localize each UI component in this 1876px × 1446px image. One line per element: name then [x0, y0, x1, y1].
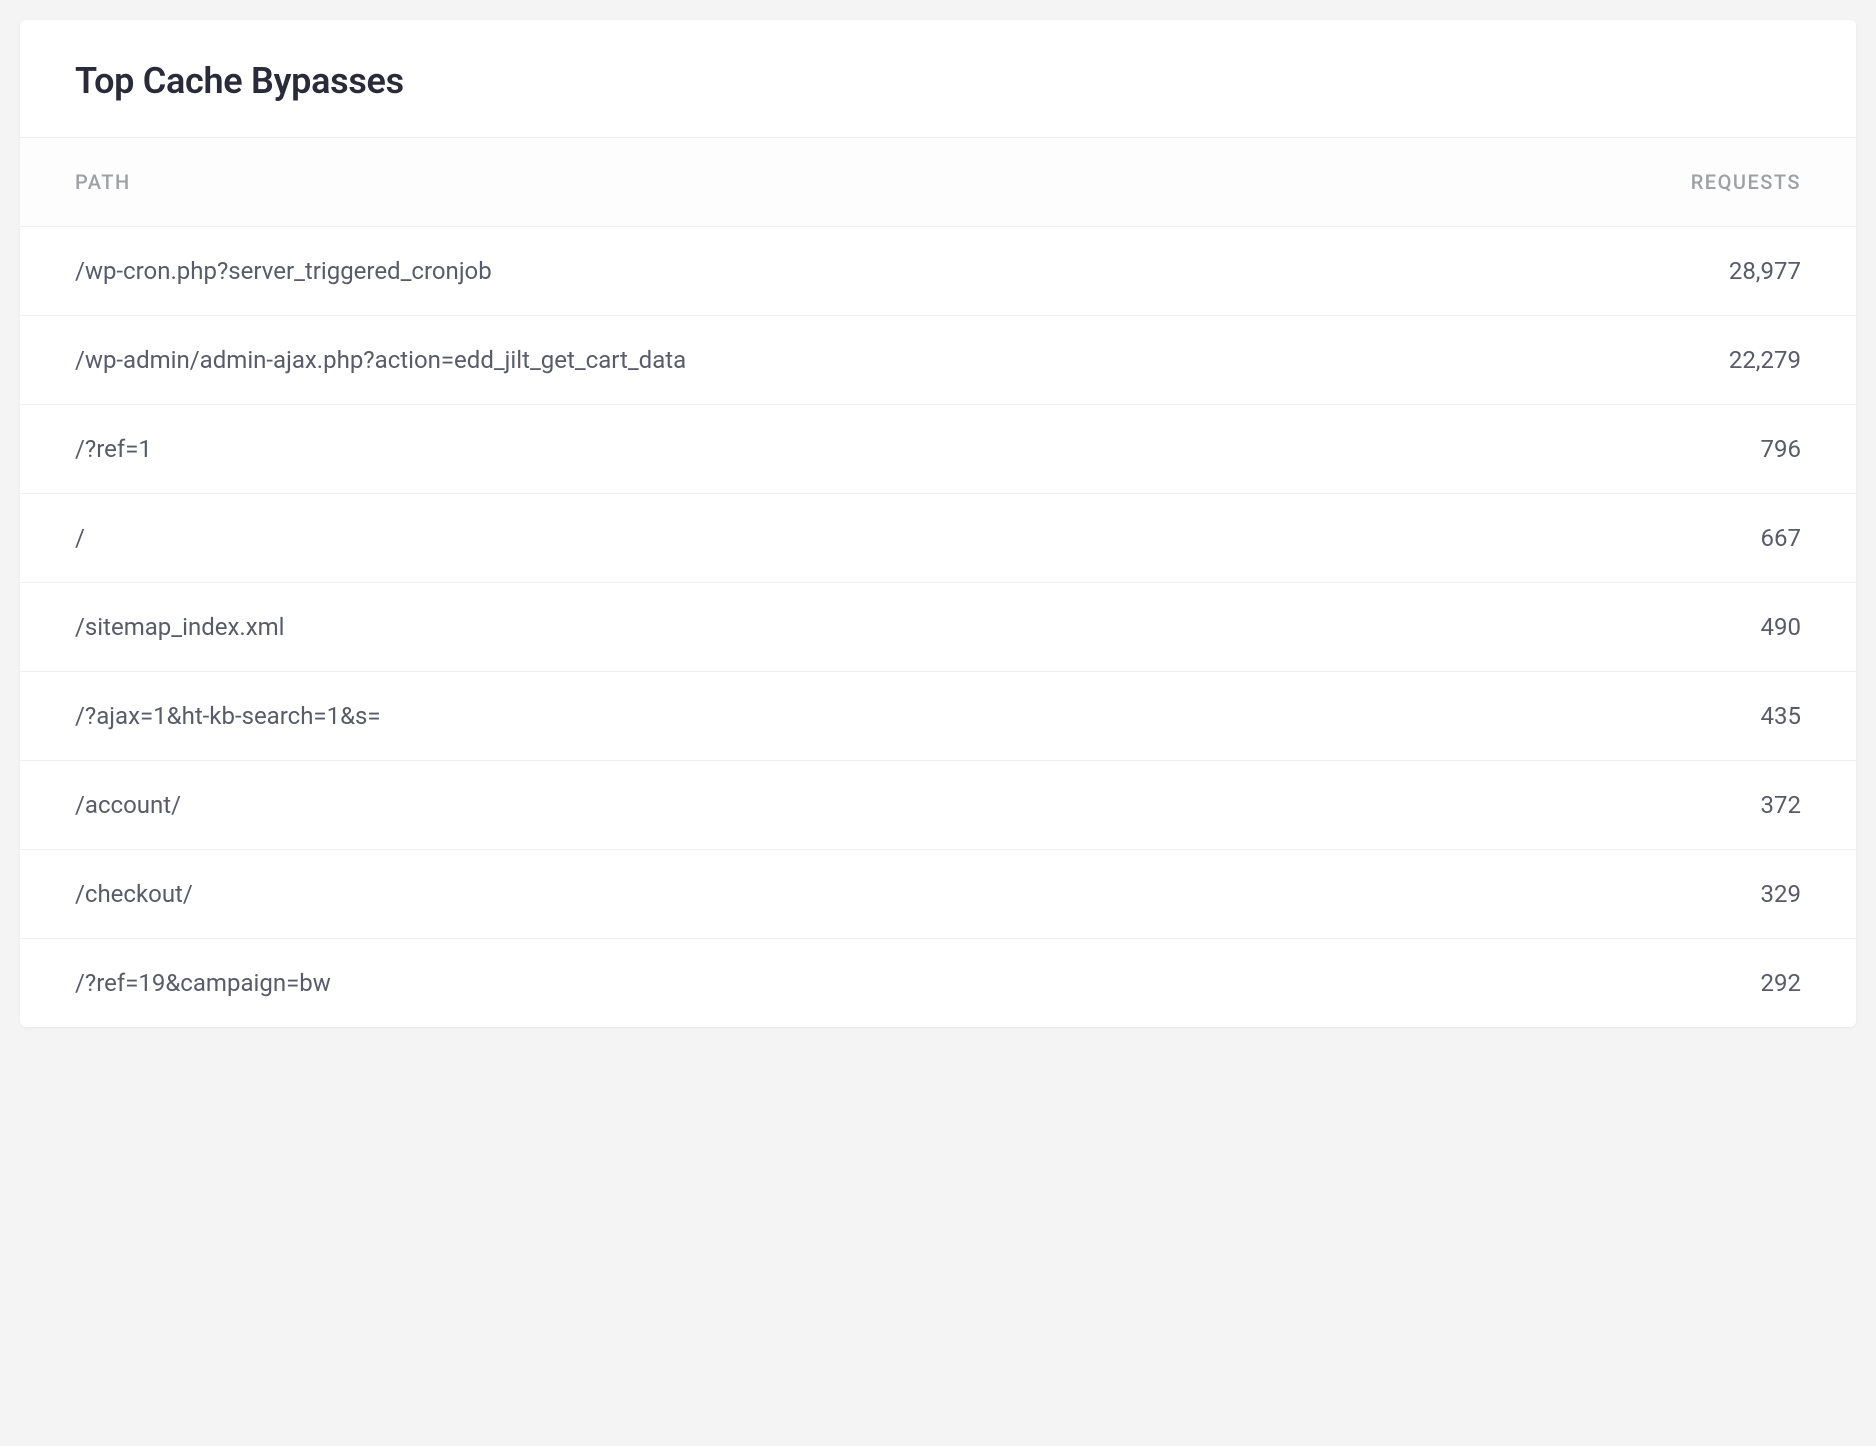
cell-requests: 22,279	[1699, 346, 1801, 374]
table-row: /sitemap_index.xml 490	[20, 583, 1856, 672]
cell-requests: 372	[1731, 791, 1801, 819]
column-header-path: PATH	[75, 170, 131, 194]
cell-requests: 796	[1731, 435, 1801, 463]
table-row: / 667	[20, 494, 1856, 583]
table-header: PATH REQUESTS	[20, 138, 1856, 227]
table-row: /wp-admin/admin-ajax.php?action=edd_jilt…	[20, 316, 1856, 405]
table-row: /checkout/329	[20, 850, 1856, 939]
table-body: /wp-cron.php?server_triggered_cronjob 28,…	[20, 227, 1856, 1027]
cell-requests: 667	[1731, 524, 1801, 552]
cell-requests: 490	[1731, 613, 1801, 641]
table-row: /wp-cron.php?server_triggered_cronjob 28,…	[20, 227, 1856, 316]
cell-path: /wp-cron.php?server_triggered_cronjob	[75, 257, 492, 285]
card-header: Top Cache Bypasses	[20, 20, 1856, 138]
column-header-requests: REQUESTS	[1691, 170, 1801, 194]
cell-path: /wp-admin/admin-ajax.php?action=edd_jilt…	[75, 346, 686, 374]
cell-path: /	[75, 524, 85, 552]
cell-requests: 329	[1731, 880, 1801, 908]
cell-requests: 28,977	[1699, 257, 1801, 285]
table-row: /account/372	[20, 761, 1856, 850]
cell-path: /checkout/	[75, 880, 193, 908]
table-row: /?ref=19&campaign=bw 292	[20, 939, 1856, 1027]
table-row: /?ajax=1&ht-kb-search=1&s= 435	[20, 672, 1856, 761]
cell-requests: 435	[1731, 702, 1801, 730]
cell-path: /?ref=1	[75, 435, 152, 463]
cell-requests: 292	[1731, 969, 1801, 997]
cell-path: /sitemap_index.xml	[75, 613, 284, 641]
cell-path: /?ref=19&campaign=bw	[75, 969, 331, 997]
card-title: Top Cache Bypasses	[75, 60, 1801, 102]
cell-path: /account/	[75, 791, 181, 819]
top-cache-bypasses-card: Top Cache Bypasses PATH REQUESTS /wp-cro…	[20, 20, 1856, 1027]
table-row: /?ref=1 796	[20, 405, 1856, 494]
cell-path: /?ajax=1&ht-kb-search=1&s=	[75, 702, 381, 730]
